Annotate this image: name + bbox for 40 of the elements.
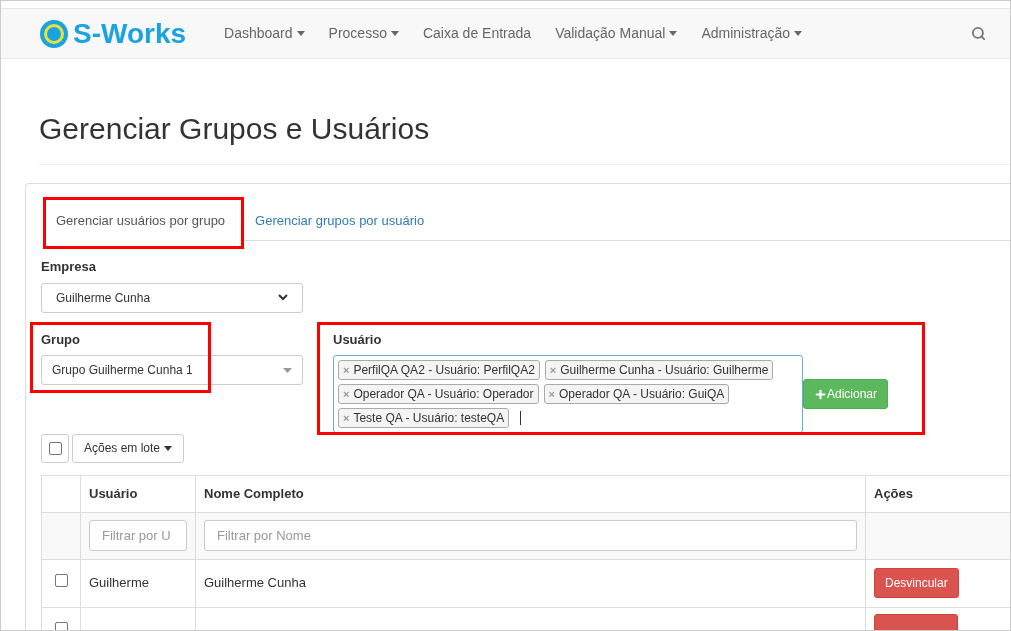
tab[interactable]: Gerenciar grupos por usuário (240, 201, 440, 241)
caret-icon (794, 31, 803, 36)
user-token[interactable]: × Operador QA - Usuário: Operador (338, 384, 539, 404)
grupo-select[interactable]: Grupo Guilherme Cunha 1 (41, 355, 303, 385)
search-icon[interactable] (971, 26, 986, 41)
field-label: Usuário (333, 330, 383, 349)
nav-link[interactable]: Caixa de Entrada (410, 23, 544, 44)
checkbox[interactable] (54, 574, 68, 588)
column-header: Ações (865, 475, 1010, 512)
user-multiselect[interactable]: × PerfilQA QA2 - Usuário: PerfilQA2 × Guilherme Cunha - Usuário: Guilherme × Operador QA - Usuário: Operador × Operador QA - Usuário: GuiQA × Teste QA - Usuário: testeQA (333, 355, 803, 433)
field-label: Empresa (41, 258, 97, 276)
table-cell: Guilherme (89, 575, 149, 591)
filter-field[interactable]: Filtrar por Nome (204, 520, 857, 551)
user-token[interactable]: × Operador QA - Usuário: GuiQA (543, 384, 730, 404)
nav-link[interactable]: Administração (689, 23, 815, 44)
user-token[interactable]: × Teste QA - Usuário: testeQA (338, 408, 510, 428)
empresa-select[interactable]: Guilherme Cunha (41, 282, 303, 313)
page-title: Gerenciar Grupos e Usuários (39, 114, 1010, 165)
unlink-button[interactable]: Desvincular (874, 568, 959, 598)
nav-link[interactable]: Processo (316, 23, 411, 44)
text-cursor (520, 411, 522, 425)
plus-icon (814, 387, 827, 401)
caret-icon (164, 445, 173, 451)
user-token[interactable]: × Guilherme Cunha - Usuário: Guilherme (544, 360, 774, 380)
caret-icon (669, 31, 678, 36)
table-cell: Guilherme Cunha (204, 575, 306, 591)
logo-icon (39, 18, 69, 49)
bulk-actions-button[interactable]: Ações em lote (72, 433, 185, 463)
caret-icon (283, 367, 292, 373)
field-label: Grupo (41, 330, 81, 349)
nav-link[interactable]: Dashboard (212, 23, 317, 44)
column-header: Nome Completo (195, 475, 866, 512)
column-header: Usuário (80, 475, 196, 512)
caret-icon (390, 31, 399, 36)
filter-field[interactable]: Filtrar por U (89, 520, 187, 551)
nav-link[interactable]: Validação Manual (543, 23, 690, 44)
chevron-icon (278, 294, 288, 301)
user-token[interactable]: × PerfilQA QA2 - Usuário: PerfilQA2 (338, 360, 540, 380)
checkbox[interactable] (48, 441, 62, 455)
caret-icon (296, 31, 305, 36)
